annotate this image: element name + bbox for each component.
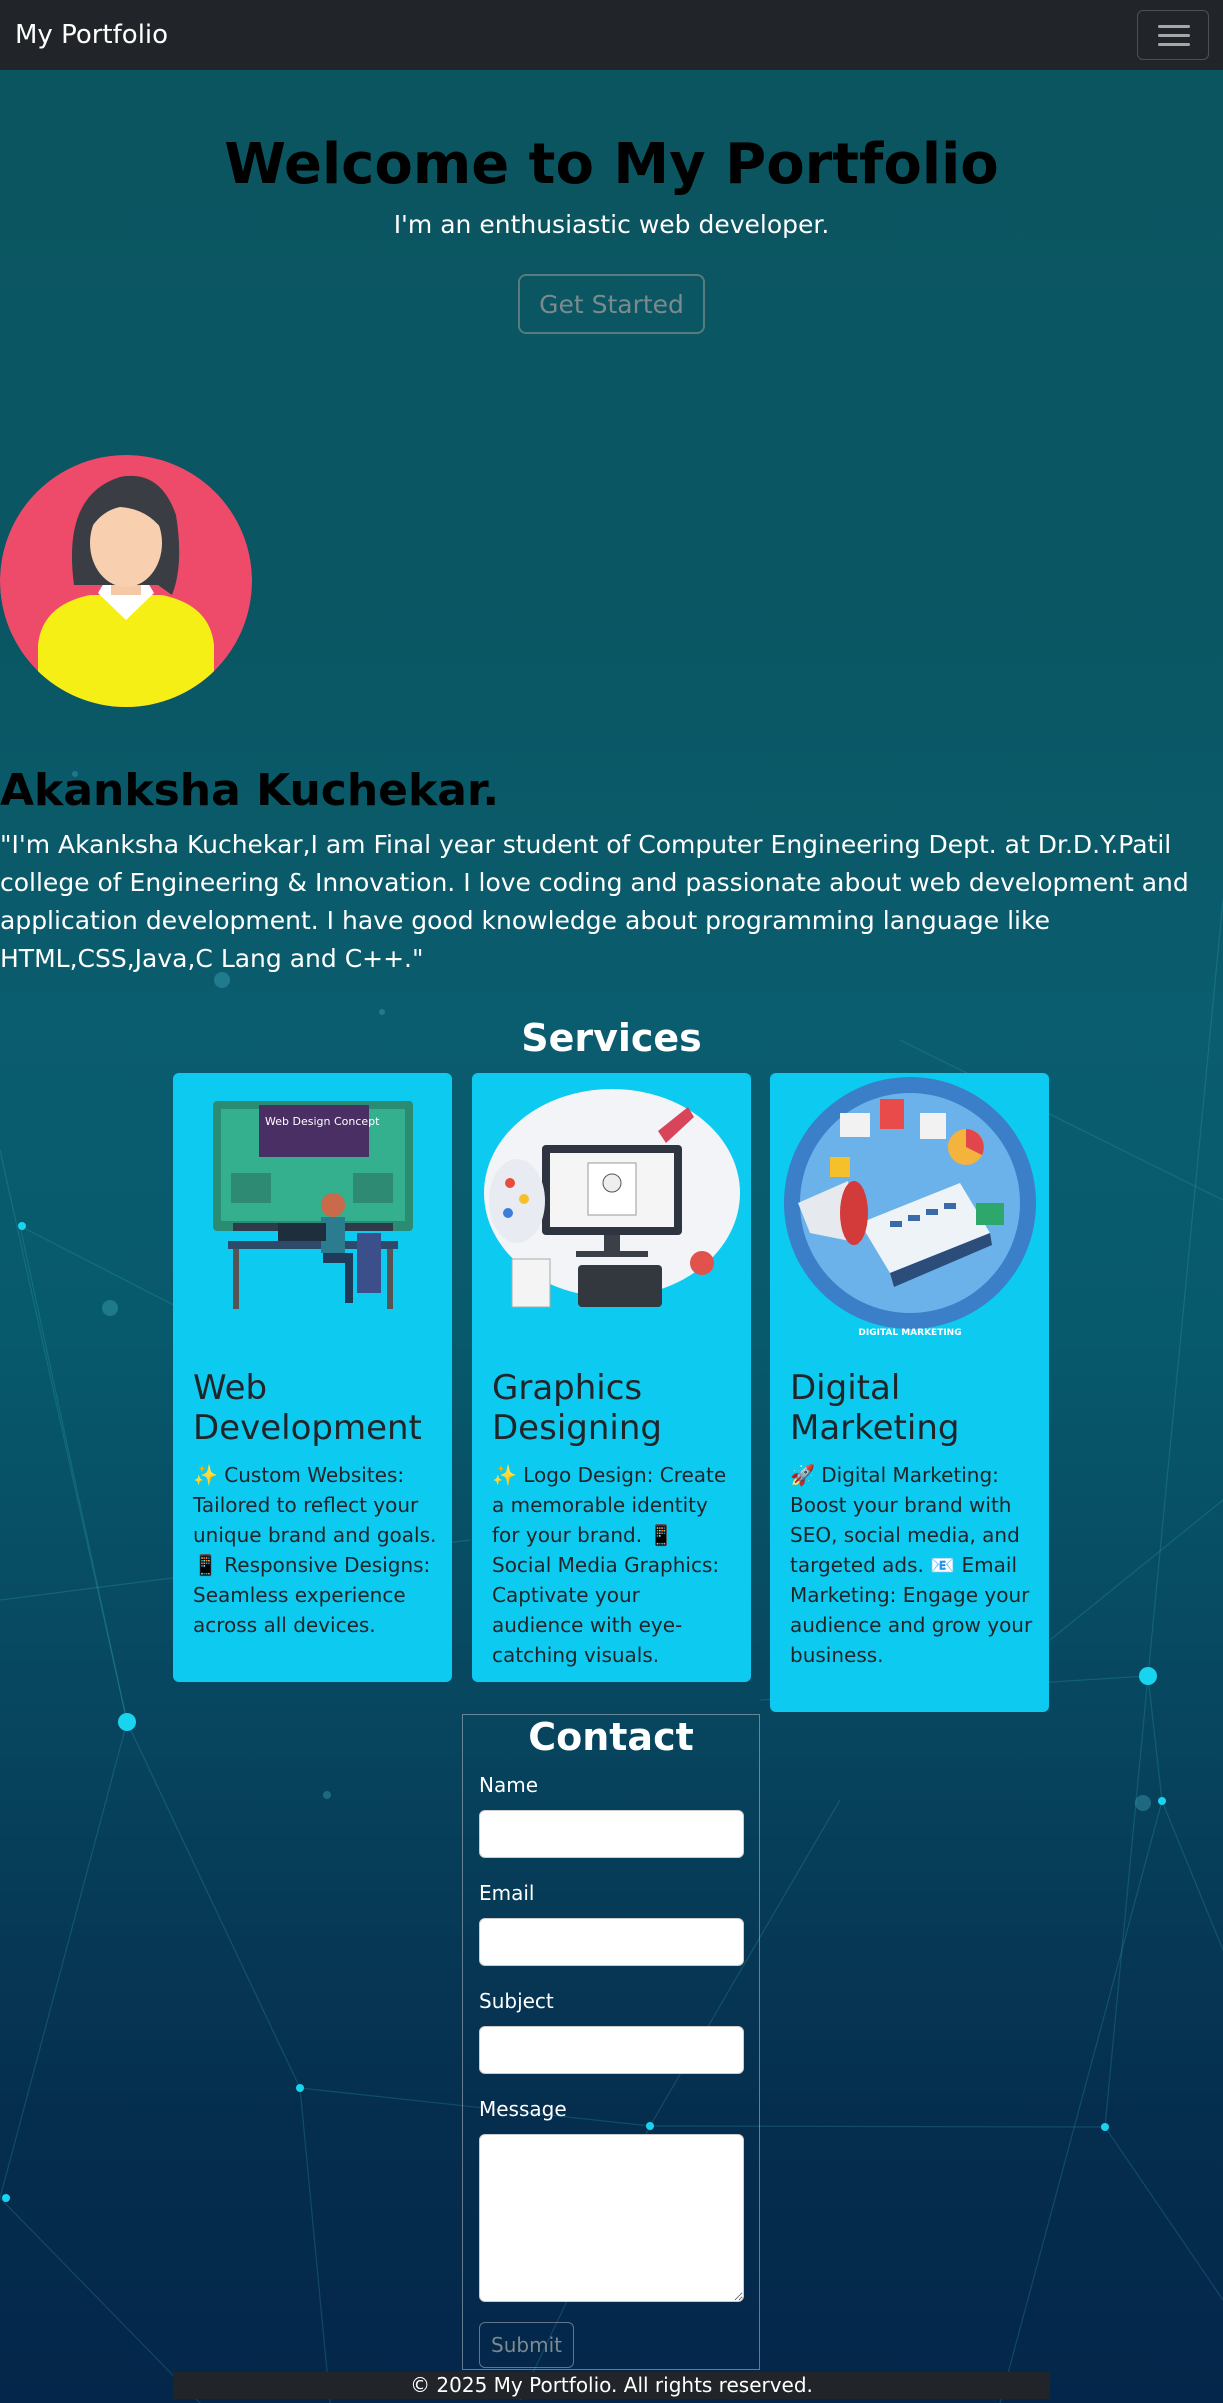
about-bio: "I'm Akanksha Kuchekar,I am Final year s…: [0, 830, 1189, 973]
submit-button[interactable]: Submit: [479, 2322, 574, 2368]
avatar: [0, 455, 252, 707]
web-design-illustration-text: Web Design Concept: [265, 1115, 380, 1128]
message-label: Message: [479, 2097, 567, 2121]
subject-input[interactable]: [479, 2026, 744, 2074]
hero-subtitle: I'm an enthusiastic web developer.: [393, 210, 830, 239]
footer: © 2025 My Portfolio. All rights reserved…: [173, 2372, 1050, 2399]
service-card-title: Digital Marketing: [790, 1368, 960, 1448]
contact-title: Contact: [528, 1715, 694, 1759]
navbar: My Portfolio: [0, 0, 1223, 70]
service-card-text: ✨ Logo Design: Create a memorable identi…: [492, 1463, 727, 1667]
service-card-text: 🚀 Digital Marketing: Boost your brand wi…: [790, 1463, 1033, 1667]
email-label: Email: [479, 1881, 535, 1905]
service-card-title: Graphics Designing: [492, 1368, 662, 1448]
hamburger-icon: [1158, 25, 1190, 28]
services-title: Services: [521, 1016, 702, 1060]
digital-marketing-illustration-text: DIGITAL MARKETING: [858, 1328, 961, 1338]
email-input[interactable]: [479, 1918, 744, 1966]
service-card-web-development: Web Design Concept Web Development ✨ Cus…: [173, 1073, 452, 1682]
service-card-title: Web Development: [193, 1368, 422, 1448]
message-textarea[interactable]: [479, 2134, 744, 2302]
service-card-text: ✨ Custom Websites: Tailored to reflect y…: [193, 1463, 437, 1637]
navbar-brand[interactable]: My Portfolio: [15, 20, 168, 50]
navbar-toggle-button[interactable]: [1137, 10, 1209, 60]
web-design-illustration: Web Design Concept: [213, 1101, 413, 1309]
about-name: Akanksha Kuchekar.: [0, 765, 500, 816]
name-input[interactable]: [479, 1810, 744, 1858]
service-card-graphics-designing: Graphics Designing ✨ Logo Design: Create…: [472, 1073, 751, 1682]
graphics-design-illustration: [484, 1089, 740, 1308]
name-label: Name: [479, 1773, 539, 1797]
service-card-digital-marketing: DIGITAL MARKETING Digital Marketing 🚀 Di…: [770, 1073, 1049, 1712]
contact-form: Contact Name Email Subject Message Submi…: [462, 1714, 760, 2370]
digital-marketing-illustration: DIGITAL MARKETING: [784, 1077, 1036, 1338]
subject-label: Subject: [479, 1989, 554, 2013]
get-started-button[interactable]: Get Started: [518, 274, 705, 334]
hero-title: Welcome to My Portfolio: [224, 132, 999, 197]
